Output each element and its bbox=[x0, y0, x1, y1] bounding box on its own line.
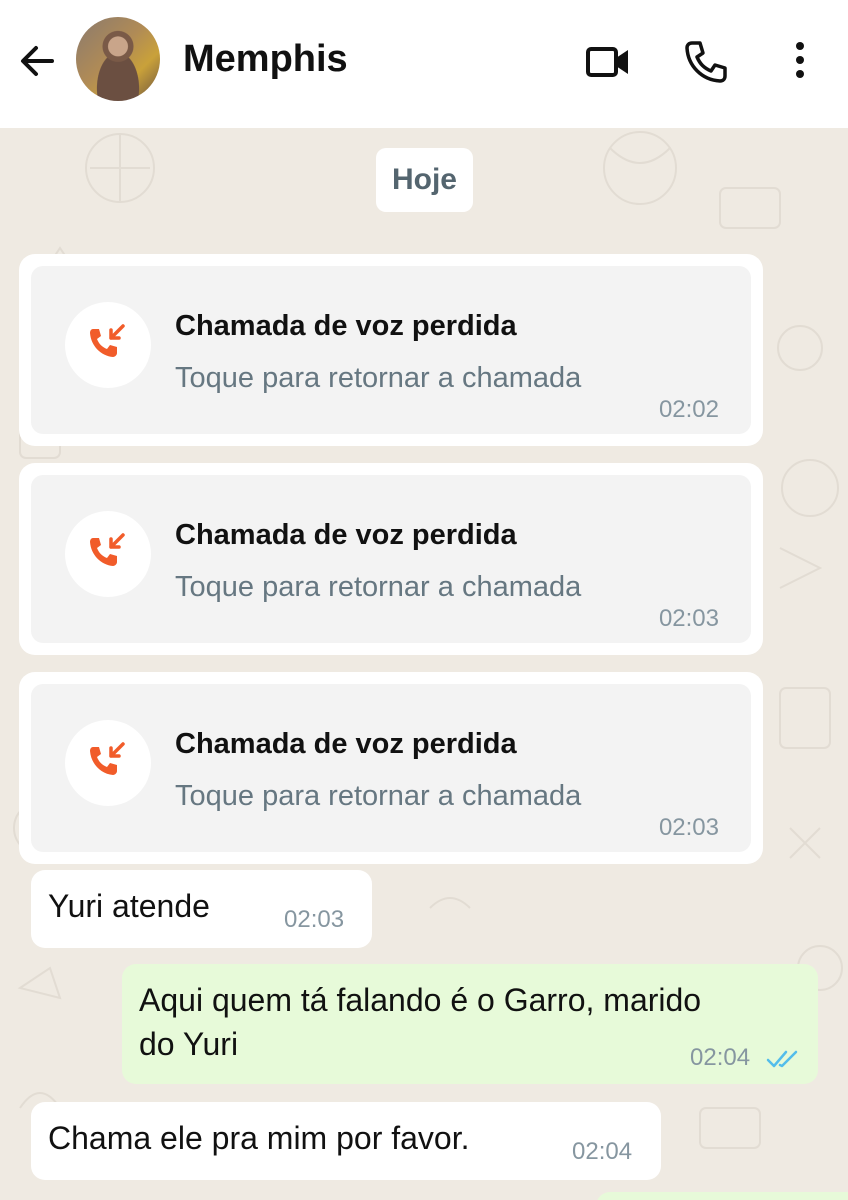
video-camera-icon[interactable] bbox=[584, 38, 632, 86]
call-time: 02:03 bbox=[658, 605, 719, 632]
missed-call-icon bbox=[90, 324, 125, 357]
missed-call-card: Chamada de voz perdida Toque para retorn… bbox=[31, 266, 751, 434]
call-subtitle: Toque para retornar a chamada bbox=[175, 780, 582, 812]
incoming-message[interactable]: Yuri atende 02:03 bbox=[31, 870, 372, 948]
missed-call-card: Chamada de voz perdida Toque para retorn… bbox=[31, 475, 751, 643]
missed-call-icon-circle bbox=[65, 302, 151, 388]
message-text-line: do Yuri bbox=[139, 1026, 239, 1062]
call-time: 02:02 bbox=[658, 396, 719, 423]
missed-call-icon-circle bbox=[65, 720, 151, 806]
chat-header: Memphis bbox=[0, 0, 848, 128]
call-subtitle: Toque para retornar a chamada bbox=[175, 362, 582, 394]
arrow-left-icon[interactable] bbox=[16, 40, 58, 82]
phone-icon[interactable] bbox=[682, 38, 730, 86]
more-vertical-icon[interactable] bbox=[776, 38, 824, 86]
contact-name[interactable]: Memphis bbox=[183, 38, 348, 81]
message-text: Chama ele pra mim por favor. bbox=[48, 1120, 470, 1156]
incoming-message[interactable]: Chama ele pra mim por favor. 02:04 bbox=[31, 1102, 661, 1180]
chat-area[interactable]: Hoje Chamada de voz perdida Toque para r… bbox=[0, 128, 848, 1200]
message-time: 02:04 bbox=[572, 1138, 633, 1165]
message-text-line: Aqui quem tá falando é o Garro, marido bbox=[139, 982, 702, 1018]
call-time: 02:03 bbox=[658, 814, 719, 841]
message-time: 02:04 bbox=[690, 1044, 751, 1071]
missed-call-icon-circle bbox=[65, 511, 151, 597]
call-title: Chamada de voz perdida bbox=[175, 310, 517, 342]
double-check-read-icon bbox=[766, 1050, 798, 1068]
missed-call-bubble[interactable]: Chamada de voz perdida Toque para retorn… bbox=[19, 672, 763, 864]
outgoing-message[interactable]: Aqui quem tá falando é o Garro, marido d… bbox=[122, 964, 818, 1084]
missed-call-icon bbox=[90, 533, 125, 566]
missed-call-icon bbox=[90, 742, 125, 775]
message-time: 02:03 bbox=[284, 906, 345, 933]
call-subtitle: Toque para retornar a chamada bbox=[175, 571, 582, 603]
avatar[interactable] bbox=[76, 17, 160, 101]
message-text: Yuri atende bbox=[48, 888, 210, 924]
date-chip: Hoje bbox=[376, 148, 473, 212]
call-title: Chamada de voz perdida bbox=[175, 728, 517, 760]
missed-call-bubble[interactable]: Chamada de voz perdida Toque para retorn… bbox=[19, 463, 763, 655]
missed-call-card: Chamada de voz perdida Toque para retorn… bbox=[31, 684, 751, 852]
missed-call-bubble[interactable]: Chamada de voz perdida Toque para retorn… bbox=[19, 254, 763, 446]
call-title: Chamada de voz perdida bbox=[175, 519, 517, 551]
outgoing-message-partial[interactable] bbox=[596, 1192, 848, 1200]
